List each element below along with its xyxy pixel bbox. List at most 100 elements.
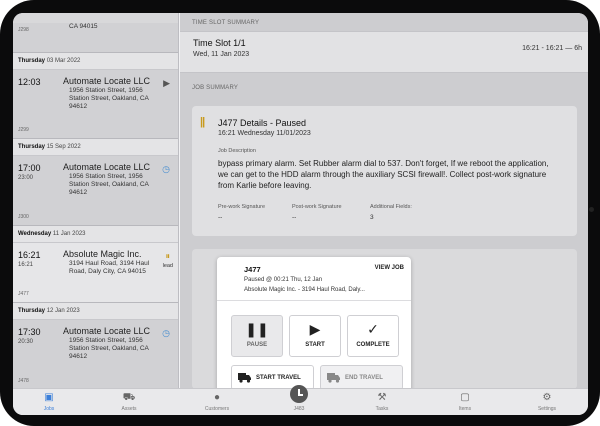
pause-button[interactable]: ❚❚ PAUSE (231, 315, 283, 357)
start-label: START (305, 342, 325, 348)
job-id: J299 (18, 127, 29, 133)
job-details-card: || J477 Details - Paused 16:21 Wednesday… (192, 106, 577, 236)
day-date: 03 Mar 2022 (46, 58, 81, 64)
complete-label: COMPLETE (356, 342, 390, 348)
camera-dot (589, 207, 594, 212)
job-id: J298 (18, 27, 29, 33)
job-action-popup: J477 VIEW JOB Paused @ 00:21 Thu, 12 Jan… (217, 257, 411, 401)
job-id: J300 (18, 214, 29, 220)
tab-label: Customers (204, 406, 230, 412)
pause-icon: ⏸ (165, 251, 170, 261)
time-slot-range: 16:21 - 16:21 — 6h (522, 45, 582, 52)
start-travel-label: START TRAVEL (256, 375, 301, 381)
job-end-time: 23:00 (18, 175, 34, 181)
pre-work-signature-value: -- (218, 214, 223, 221)
briefcase-icon: ▣ (44, 392, 54, 403)
tab-jobs[interactable]: ▣ Jobs (13, 389, 85, 415)
start-button[interactable]: ▶ START (289, 315, 341, 357)
tab-label: Jobs (43, 406, 55, 412)
tab-customers[interactable]: ● Customers (181, 389, 253, 415)
truck-icon (238, 373, 251, 383)
list-item[interactable]: 17:00 23:00 ◷ Automate Locate LLC 1956 S… (13, 156, 178, 226)
clock-icon[interactable] (290, 385, 308, 403)
list-item[interactable]: J298 CA 94015 (13, 23, 178, 53)
popup-job-id: J477 (244, 265, 261, 274)
tab-items[interactable]: ▢ Items (429, 389, 501, 415)
truck-icon (327, 373, 340, 383)
app-screen: J298 CA 94015 Thursday 03 Mar 2022 12:03… (13, 13, 588, 415)
job-details-datetime: 16:21 Wednesday 11/01/2023 (218, 130, 311, 137)
tab-tasks[interactable]: ⚒ Tasks (346, 389, 418, 415)
list-item[interactable]: 12:03 ▶ Automate Locate LLC 1956 Station… (13, 70, 178, 139)
post-work-signature-value: -- (292, 214, 297, 221)
job-end-time: 20:30 (18, 339, 34, 345)
day-date: 11 Jan 2023 (52, 231, 86, 237)
job-time: 17:00 (18, 163, 41, 173)
tablet-frame: J298 CA 94015 Thursday 03 Mar 2022 12:03… (0, 0, 600, 426)
gear-icon: ⚙ (542, 392, 552, 403)
hammer-icon: ⚒ (377, 392, 387, 403)
tab-label: Assets (121, 406, 137, 412)
end-travel-button[interactable]: END TRAVEL (320, 365, 403, 390)
time-slot-row[interactable]: Time Slot 1/1 Wed, 11 Jan 2023 16:21 - 1… (180, 31, 588, 73)
pause-label: PAUSE (246, 342, 268, 348)
job-customer: Automate Locate LLC (63, 326, 151, 336)
list-item[interactable]: 17:30 20:30 ◷ Automate Locate LLC 1956 S… (13, 320, 178, 388)
tab-label: Items (458, 406, 472, 412)
end-travel-label: END TRAVEL (345, 375, 383, 381)
job-id: J477 (18, 291, 29, 297)
tab-label: Settings (537, 406, 557, 412)
job-id: J478 (18, 378, 29, 384)
day-name: Thursday (18, 58, 46, 64)
paused-icon: || (200, 116, 205, 128)
day-date: 15 Sep 2022 (46, 144, 81, 150)
lead-badge: lead (162, 263, 173, 269)
pause-icon: ❚❚ (245, 321, 269, 337)
clock-icon: ◷ (162, 164, 170, 174)
play-icon: ▶ (163, 78, 170, 88)
job-summary-section-title: JOB SUMMARY (192, 85, 239, 91)
popup-address: Absolute Magic Inc. - 3194 Haul Road, Da… (244, 287, 365, 293)
job-details-title: J477 Details - Paused (218, 118, 307, 128)
play-icon: ▶ (309, 321, 321, 337)
time-slot-section-title: TIME SLOT SUMMARY (192, 20, 260, 26)
time-slot-title: Time Slot 1/1 (193, 38, 246, 48)
job-address: 1956 Station Street, 1956 Station Street… (69, 87, 149, 110)
job-end-time: 16:21 (18, 262, 34, 268)
time-slot-date: Wed, 11 Jan 2023 (193, 51, 250, 58)
checkmark-icon: ✓ (367, 321, 379, 337)
job-time: 17:30 (18, 327, 41, 337)
job-address: CA 94015 (69, 23, 98, 30)
box-icon: ▢ (460, 392, 470, 403)
job-customer: Automate Locate LLC (63, 76, 151, 86)
job-time: 16:21 (18, 250, 41, 260)
job-customer: Automate Locate LLC (63, 162, 151, 172)
popup-status: Paused @ 00:21 Thu, 12 Jan (244, 277, 323, 283)
list-item-selected[interactable]: 16:21 16:21 ⏸ lead Absolute Magic Inc. 3… (13, 243, 178, 303)
post-work-signature-label: Post-work Signature (292, 204, 342, 210)
day-header: Thursday 03 Mar 2022 (13, 53, 178, 70)
day-header: Wednesday 11 Jan 2023 (13, 226, 178, 243)
additional-fields-label: Additional Fields: (370, 204, 412, 210)
job-time: 12:03 (18, 77, 41, 87)
popup-header: J477 VIEW JOB Paused @ 00:21 Thu, 12 Jan… (217, 257, 411, 301)
job-address: 1956 Station Street, 1956 Station Street… (69, 337, 149, 360)
person-icon: ● (213, 392, 221, 403)
view-job-button[interactable]: VIEW JOB (375, 265, 404, 271)
tab-label: Tasks (375, 406, 389, 412)
tab-label: J483 (293, 406, 305, 412)
job-description-label: Job Description (218, 148, 256, 154)
day-name: Thursday (18, 144, 46, 150)
tab-assets[interactable]: ⛟ Assets (93, 389, 165, 415)
day-header: Thursday 15 Sep 2022 (13, 139, 178, 156)
day-date: 12 Jan 2023 (46, 308, 80, 314)
day-header: Thursday 12 Jan 2023 (13, 303, 178, 320)
car-icon: ⛟ (122, 392, 136, 403)
day-name: Thursday (18, 308, 46, 314)
job-list[interactable]: J298 CA 94015 Thursday 03 Mar 2022 12:03… (13, 13, 179, 388)
job-address: 3194 Haul Road, 3194 Haul Road, Daly Cit… (69, 260, 150, 275)
complete-button[interactable]: ✓ COMPLETE (347, 315, 399, 357)
tab-settings[interactable]: ⚙ Settings (511, 389, 583, 415)
bottom-tab-bar: ▣ Jobs ⛟ Assets ● Customers J483 ⚒ Tasks… (13, 385, 588, 415)
job-address: 1956 Station Street, 1956 Station Street… (69, 173, 149, 196)
